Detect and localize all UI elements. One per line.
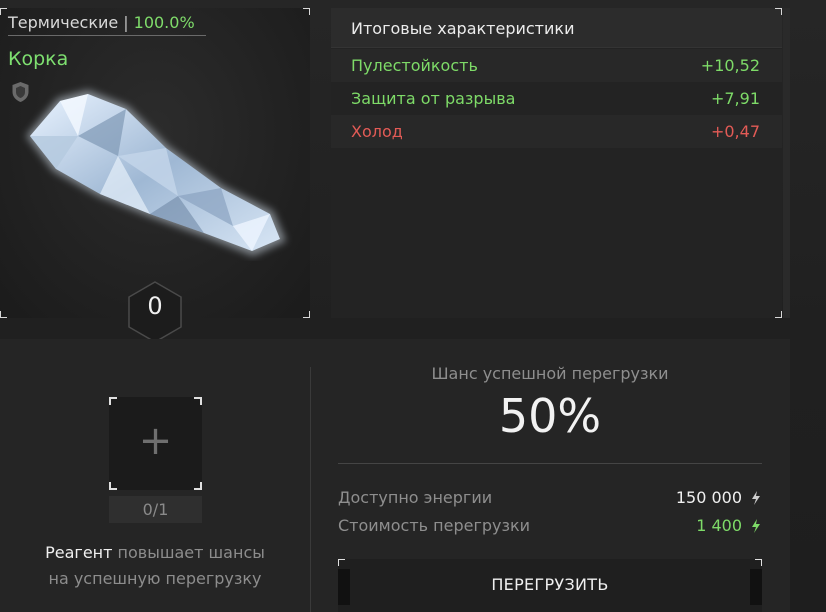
stat-row: Пулестойкость +10,52	[331, 49, 782, 82]
corner-marker	[755, 559, 762, 566]
category-separator: |	[123, 13, 129, 32]
item-category: Термические | 100.0%	[8, 13, 206, 36]
chance-label: Шанс успешной перегрузки	[431, 364, 669, 383]
corner-marker	[0, 8, 7, 15]
reagent-count: 0/1	[109, 496, 202, 523]
panel-scroll-edge	[783, 8, 790, 318]
stat-row: Холод +0,47	[331, 115, 782, 148]
stat-label: Защита от разрыва	[351, 89, 516, 108]
item-panel: Термические | 100.0% Корка 0	[0, 8, 310, 343]
corner-marker	[775, 8, 782, 15]
stats-title: Итоговые характеристики	[331, 8, 782, 48]
item-percent: 100.0%	[133, 13, 195, 32]
stat-row: Защита от разрыва +7,91	[331, 82, 782, 115]
cost-value: 1 400	[696, 516, 742, 535]
energy-label: Доступно энергии	[338, 488, 493, 507]
corner-marker	[303, 8, 310, 15]
artifact-image	[26, 90, 286, 256]
corner-marker	[109, 397, 117, 405]
corner-marker	[194, 397, 202, 405]
plus-icon: +	[138, 418, 173, 464]
section-divider	[338, 463, 762, 464]
lightning-icon	[752, 519, 760, 533]
energy-value: 150 000	[675, 488, 742, 507]
panel-divider	[310, 367, 311, 612]
corner-marker	[109, 482, 117, 490]
corner-marker	[303, 311, 310, 318]
reagent-slot[interactable]: +	[109, 397, 202, 490]
overload-panel: + 0/1 Реагент повышает шансы на успешную…	[0, 339, 790, 612]
button-notch	[750, 569, 762, 605]
cost-label: Стоимость перегрузки	[338, 516, 531, 535]
cost-row: Стоимость перегрузки 1 400	[338, 516, 762, 538]
corner-marker	[194, 482, 202, 490]
corner-marker	[338, 559, 345, 566]
reagent-hint-strong: Реагент	[45, 543, 113, 562]
item-name: Корка	[8, 48, 69, 70]
overload-button-label: ПЕРЕГРУЗИТЬ	[491, 575, 609, 594]
corner-marker	[775, 311, 782, 318]
chance-value: 50%	[498, 389, 602, 443]
reagent-hint-rest: повышает шансы	[112, 543, 265, 562]
stat-value: +10,52	[700, 56, 760, 75]
item-category-label: Термические	[8, 13, 119, 32]
overload-button[interactable]: ПЕРЕГРУЗИТЬ	[338, 559, 762, 612]
stats-panel: Итоговые характеристики Пулестойкость +1…	[331, 8, 782, 318]
stat-label: Пулестойкость	[351, 56, 478, 75]
reagent-hint-line2: на успешную перегрузку	[48, 569, 262, 588]
reagent-hint: Реагент повышает шансы на успешную перег…	[14, 540, 296, 592]
item-level: 0	[147, 292, 163, 320]
stat-label: Холод	[351, 122, 403, 141]
lightning-icon	[752, 491, 760, 505]
button-notch	[338, 569, 350, 605]
energy-row: Доступно энергии 150 000	[338, 488, 762, 510]
stat-value: +0,47	[710, 122, 760, 141]
artifact-overload-window: Термические | 100.0% Корка 0 Итоговые ха…	[0, 0, 826, 612]
stat-value: +7,91	[710, 89, 760, 108]
corner-marker	[0, 311, 7, 318]
